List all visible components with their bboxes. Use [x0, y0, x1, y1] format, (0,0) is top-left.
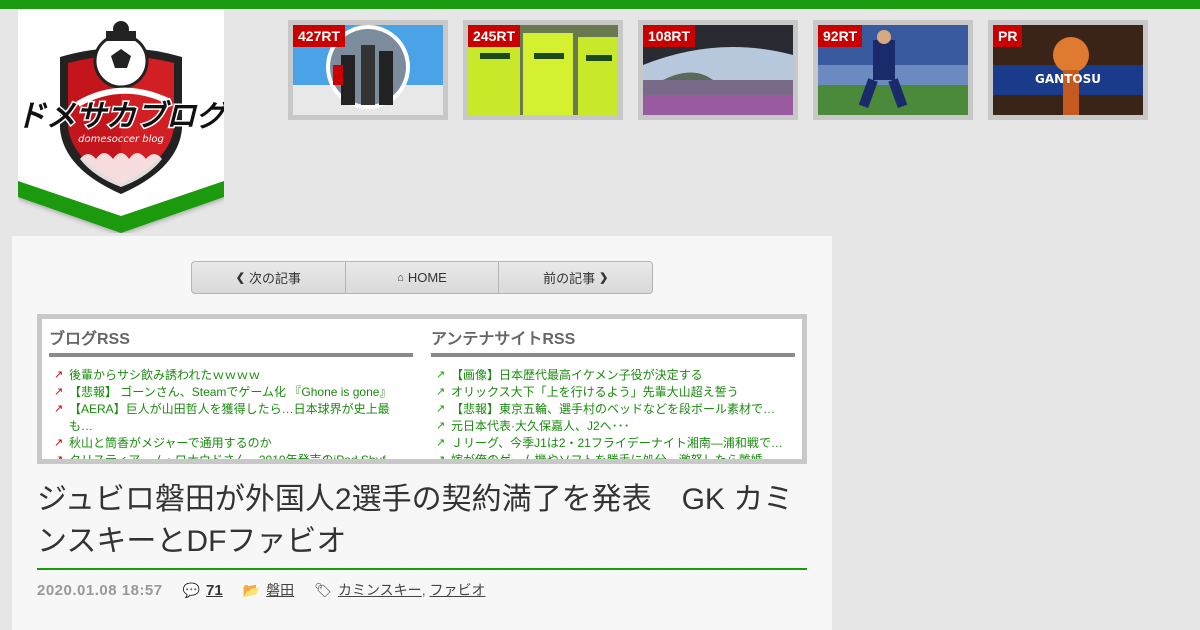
folder-icon: 📂: [242, 581, 261, 598]
article-nav: ❮ 次の記事 ⌂ HOME 前の記事 ❯: [191, 261, 653, 294]
external-link-icon: ↗: [436, 454, 446, 464]
retweet-count-badge: 245RT: [468, 25, 521, 47]
next-article-label: 次の記事: [248, 271, 301, 286]
logo-sub-text: domesoccer blog: [78, 134, 164, 145]
popular-thumbnail-2[interactable]: 245RT: [463, 20, 623, 120]
tag-separator: ,: [421, 582, 426, 598]
external-link-icon: ↗: [436, 369, 446, 381]
external-link-icon: ↗: [436, 386, 446, 398]
retweet-count-badge: 108RT: [643, 25, 696, 47]
rss-link[interactable]: ↗ Ｊリーグ、今季J1は2・21フライデーナイト湘南—浦和戦で…: [431, 435, 795, 452]
rss-link[interactable]: ↗ クリスティアーノ・ロナウドさん、2010年発売のiPod Shuf...: [49, 452, 413, 464]
rss-link[interactable]: ↗ 【悲報】 ゴーンさん、Steamでゲーム化 『Ghone is gone』: [49, 384, 413, 401]
retweet-count-badge: 92RT: [818, 25, 863, 47]
rss-link[interactable]: ↗ 嫁が俺のゲーム機やソフトを勝手に処分→激怒したら離婚...: [431, 452, 795, 464]
external-link-icon: ↗: [436, 420, 446, 432]
thumbnail-image-text: GANTOSU: [1035, 72, 1101, 86]
home-icon: ⌂: [397, 271, 404, 284]
tag-link[interactable]: カミンスキー: [338, 580, 422, 600]
popular-thumbnail-4[interactable]: 92RT: [813, 20, 973, 120]
retweet-count-badge: 427RT: [293, 25, 346, 47]
prev-article-button[interactable]: 前の記事 ❯: [499, 262, 652, 293]
external-link-icon: ↗: [436, 403, 446, 415]
prev-article-label: 前の記事: [543, 271, 596, 286]
external-link-icon: ↗: [54, 454, 64, 464]
logo-main-text: ドメサカブログ: [18, 99, 224, 134]
popular-thumbnail-1[interactable]: 427RT: [288, 20, 448, 120]
site-logo[interactable]: ドメサカブログ domesoccer blog: [18, 9, 224, 233]
rss-link[interactable]: ↗ 後輩からサシ飲み誘われたｗｗｗｗ: [49, 367, 413, 384]
pr-badge: PR: [993, 25, 1023, 47]
rss-link[interactable]: ↗ 秋山と筒香がメジャーで通用するのか: [49, 435, 413, 452]
external-link-icon: ↗: [54, 403, 64, 415]
rss-link[interactable]: ↗ 【悲報】東京五輪、選手村のベッドなどを段ボール素材で…: [431, 401, 795, 418]
rss-link[interactable]: ↗ 【AERA】巨人が山田哲人を獲得したら…日本球界が史上最も…: [49, 401, 413, 435]
article-panel: ❮ 次の記事 ⌂ HOME 前の記事 ❯ ブログRSS ↗ 後輩からサシ飲み誘われ…: [12, 236, 832, 630]
home-label: HOME: [407, 270, 447, 285]
rss-box: ブログRSS ↗ 後輩からサシ飲み誘われたｗｗｗｗ ↗ 【悲報】 ゴーンさん、Ste…: [37, 314, 807, 464]
rss-link[interactable]: ↗ 【画像】日本歴代最高イケメン子役が決定する: [431, 367, 795, 384]
external-link-icon: ↗: [436, 437, 446, 449]
chevron-left-icon: ❮: [235, 272, 245, 284]
blog-rss-list: ↗ 後輩からサシ飲み誘われたｗｗｗｗ ↗ 【悲報】 ゴーンさん、Steamでゲーム化…: [49, 367, 413, 464]
category-link[interactable]: 磐田: [266, 580, 294, 600]
chevron-right-icon: ❯: [599, 272, 609, 284]
blog-rss-column: ブログRSS ↗ 後輩からサシ飲み誘われたｗｗｗｗ ↗ 【悲報】 ゴーンさん、Ste…: [49, 325, 413, 464]
popular-thumbnail-5[interactable]: GANTOSU PR: [988, 20, 1148, 120]
external-link-icon: ↗: [54, 386, 64, 398]
comment-count-link[interactable]: 71: [206, 582, 223, 599]
comments-icon: 💬: [182, 581, 201, 598]
tags-icon: 🏷: [314, 581, 332, 598]
article-meta: 2020.01.08 18:57 💬 71 📂 磐田 🏷 カミンスキー, ファビ…: [37, 580, 485, 600]
tag-link[interactable]: ファビオ: [429, 580, 485, 600]
antenna-rss-column: アンテナサイトRSS ↗ 【画像】日本歴代最高イケメン子役が決定する ↗ オリックス…: [431, 325, 795, 464]
title-divider: [37, 568, 807, 570]
post-date: 2020.01.08 18:57: [37, 581, 163, 599]
external-link-icon: ↗: [54, 369, 64, 381]
external-link-icon: ↗: [54, 437, 64, 449]
article-title: ジュビロ磐田が外国人2選手の契約満了を発表 GK カミンスキーとDFファビオ: [37, 483, 794, 558]
antenna-rss-heading: アンテナサイトRSS: [431, 325, 795, 357]
antenna-rss-list: ↗ 【画像】日本歴代最高イケメン子役が決定する ↗ オリックス大下「上を行けるよう」…: [431, 367, 795, 464]
blog-rss-heading: ブログRSS: [49, 325, 413, 357]
rss-link[interactable]: ↗ 元日本代表·大久保嘉人、J2へ･･･: [431, 418, 795, 435]
top-accent-bar: [0, 0, 1200, 9]
next-article-button[interactable]: ❮ 次の記事: [192, 262, 346, 293]
popular-thumbnail-3[interactable]: 108RT: [638, 20, 798, 120]
rss-link[interactable]: ↗ オリックス大下「上を行けるよう」先輩大山超え誓う: [431, 384, 795, 401]
home-button[interactable]: ⌂ HOME: [346, 262, 500, 293]
